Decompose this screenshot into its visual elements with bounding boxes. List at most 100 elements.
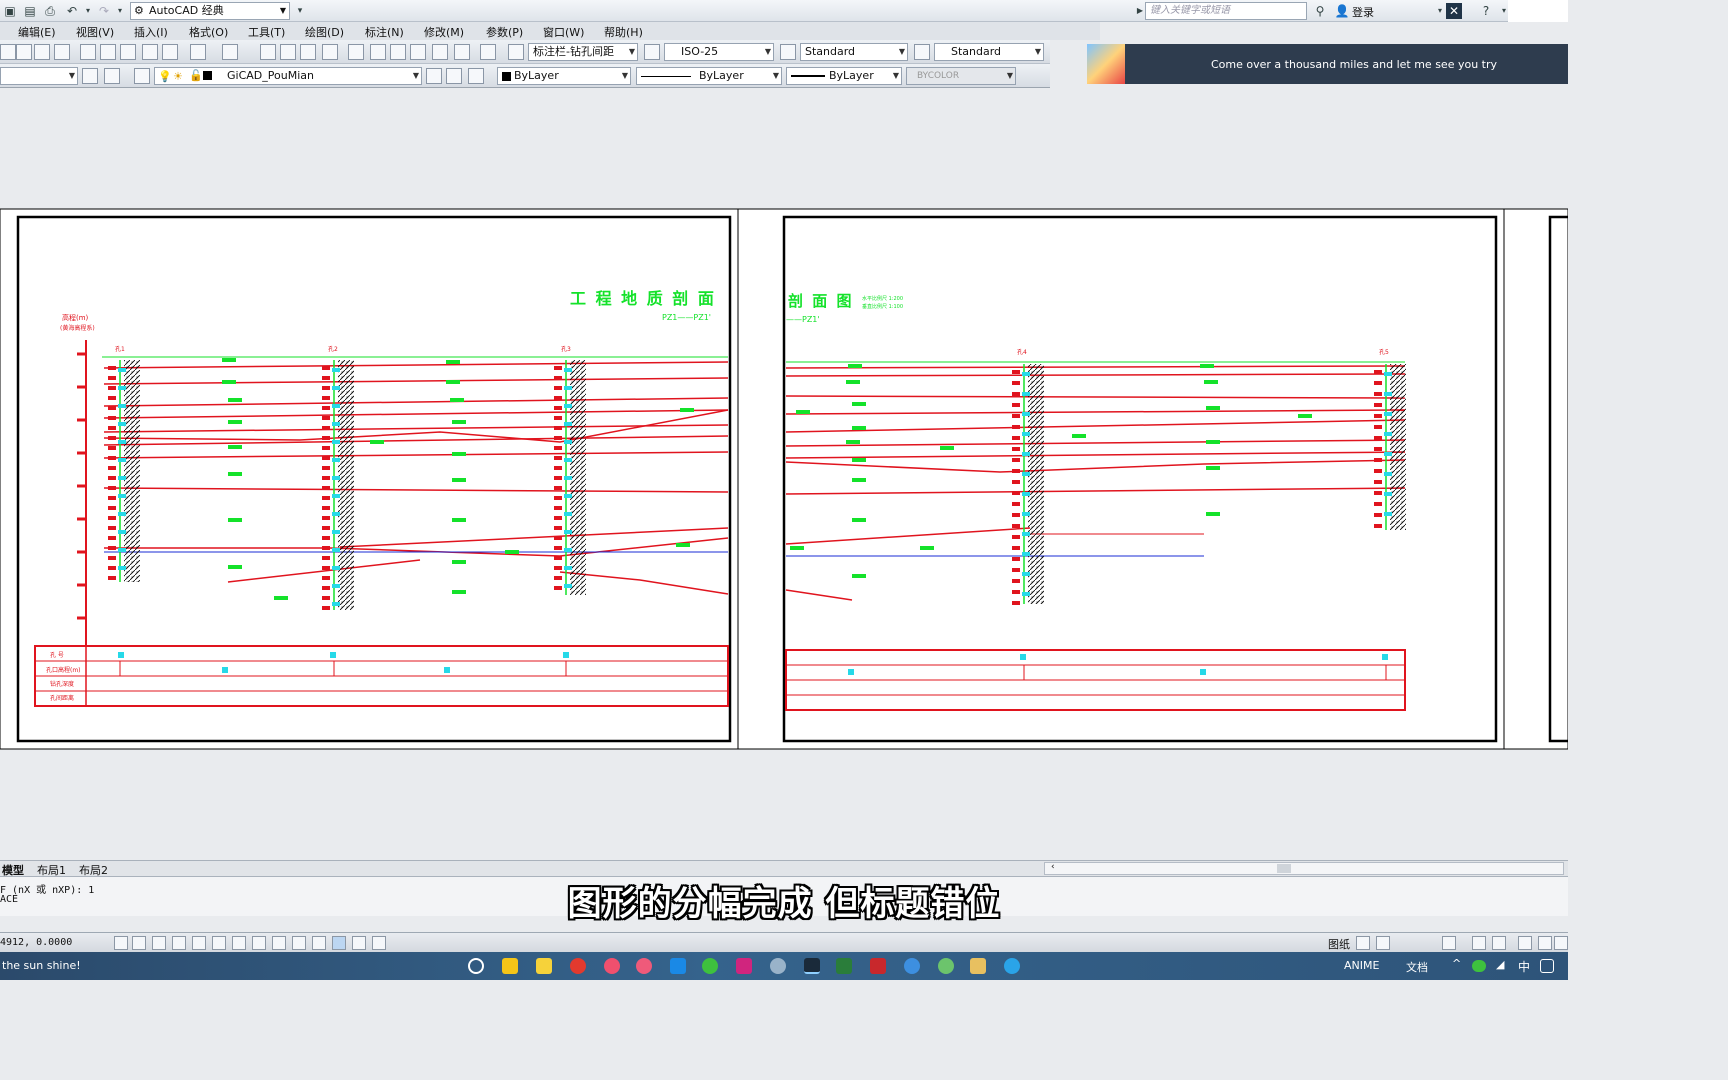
- layer-state-icon[interactable]: [468, 68, 484, 84]
- music-app-icon[interactable]: [604, 958, 620, 974]
- match-properties-icon[interactable]: [142, 44, 158, 60]
- ducs-icon[interactable]: [272, 936, 286, 950]
- menu-help[interactable]: 帮助(H): [604, 24, 643, 40]
- new-icon[interactable]: [0, 44, 16, 60]
- zoom-window-icon[interactable]: [300, 44, 316, 60]
- layer-select[interactable]: 💡 ☀ 🔓 GiCAD_PouMian ▼: [154, 67, 422, 85]
- menu-dimension[interactable]: 标注(N): [365, 24, 404, 40]
- star-blue-icon[interactable]: [670, 958, 686, 974]
- osnap-icon[interactable]: [212, 936, 226, 950]
- menu-insert[interactable]: 插入(I): [134, 24, 168, 40]
- ime-indicator[interactable]: 中: [1518, 958, 1530, 975]
- tool-palettes-icon[interactable]: [390, 44, 406, 60]
- lineweight-toggle-icon[interactable]: [312, 936, 326, 950]
- pointer-app-icon[interactable]: [736, 958, 752, 974]
- chrome-icon[interactable]: [904, 958, 920, 974]
- quick-view-drawings-icon[interactable]: [1376, 936, 1390, 950]
- gear-icon[interactable]: [82, 68, 98, 84]
- text-style-select[interactable]: 标注栏-钻孔间距 ▼: [528, 43, 638, 61]
- dim-style-icon[interactable]: [644, 44, 660, 60]
- menu-view[interactable]: 视图(V): [76, 24, 114, 40]
- paste-icon[interactable]: [120, 44, 136, 60]
- menu-window[interactable]: 窗口(W): [543, 24, 584, 40]
- cut-icon[interactable]: [80, 44, 96, 60]
- doc-toolbar-label[interactable]: 文档: [1406, 959, 1428, 975]
- layer-manager-icon[interactable]: [134, 68, 150, 84]
- user-icon[interactable]: 👤: [1334, 3, 1350, 19]
- menu-draw[interactable]: 绘图(D): [305, 24, 344, 40]
- star-app-icon[interactable]: [502, 958, 518, 974]
- wechat-icon[interactable]: [702, 958, 718, 974]
- autocad-icon[interactable]: [870, 958, 886, 974]
- block-editor-icon[interactable]: [162, 44, 178, 60]
- scrollbar-thumb[interactable]: [1277, 864, 1291, 873]
- excel-icon[interactable]: [836, 958, 852, 974]
- folder-app-icon[interactable]: [536, 958, 552, 974]
- redo-icon[interactable]: ↷: [96, 3, 112, 19]
- exchange-icon[interactable]: ✕: [1446, 3, 1462, 19]
- menu-tools[interactable]: 工具(T): [248, 24, 285, 40]
- grid-icon[interactable]: [152, 936, 166, 950]
- layer-properties-icon[interactable]: [104, 68, 120, 84]
- redo-icon[interactable]: [222, 44, 238, 60]
- menu-modify[interactable]: 修改(M): [424, 24, 464, 40]
- make-current-icon[interactable]: [426, 68, 442, 84]
- dyn-icon[interactable]: [292, 936, 306, 950]
- help-icon[interactable]: [480, 44, 496, 60]
- menu-parametric[interactable]: 参数(P): [486, 24, 523, 40]
- quick-view-layouts-icon[interactable]: [1356, 936, 1370, 950]
- anime-toolbar-label[interactable]: ANIME: [1344, 959, 1379, 972]
- paper-space-label[interactable]: 图纸: [1328, 936, 1350, 952]
- zoom-previous-icon[interactable]: [322, 44, 338, 60]
- annotation-scale-icon[interactable]: [1472, 936, 1486, 950]
- scroll-left-icon[interactable]: ‹: [1051, 862, 1055, 872]
- text-style-icon[interactable]: [508, 44, 524, 60]
- maximize-viewport-icon[interactable]: [1442, 936, 1456, 950]
- undo-dropdown-icon[interactable]: ▾: [80, 3, 96, 19]
- cad-app-icon[interactable]: [804, 958, 820, 974]
- plot-style-select[interactable]: BYCOLOR ▼: [906, 67, 1016, 85]
- sheet-set-icon[interactable]: [410, 44, 426, 60]
- polar-icon[interactable]: [192, 936, 206, 950]
- explorer-icon[interactable]: [970, 958, 986, 974]
- color-select[interactable]: ByLayer ▼: [497, 67, 631, 85]
- workspace-switch-icon[interactable]: [1518, 936, 1532, 950]
- keyboard-icon[interactable]: [1540, 959, 1554, 973]
- layer-previous-icon[interactable]: [446, 68, 462, 84]
- multileader-style-icon[interactable]: [914, 44, 930, 60]
- clean-screen-icon[interactable]: [1554, 936, 1568, 950]
- infer-constraints-icon[interactable]: [114, 936, 128, 950]
- video-app-icon[interactable]: [636, 958, 652, 974]
- panda-app-icon[interactable]: [938, 958, 954, 974]
- ortho-icon[interactable]: [172, 936, 186, 950]
- menu-format[interactable]: 格式(O): [189, 24, 228, 40]
- otrack-icon[interactable]: [252, 936, 266, 950]
- help-icon[interactable]: ?: [1478, 3, 1494, 19]
- browser-icon[interactable]: [770, 958, 786, 974]
- design-center-icon[interactable]: [370, 44, 386, 60]
- multileader-style-select[interactable]: Standard ▼: [934, 43, 1044, 61]
- login-link[interactable]: 登录: [1352, 4, 1374, 20]
- wifi-icon[interactable]: ◢: [1496, 958, 1504, 971]
- selection-cycling-icon[interactable]: [372, 936, 386, 950]
- quick-properties-icon[interactable]: [352, 936, 366, 950]
- markup-icon[interactable]: [432, 44, 448, 60]
- copy-icon[interactable]: [100, 44, 116, 60]
- transparency-icon[interactable]: [332, 936, 346, 950]
- print-icon[interactable]: ⎙: [42, 3, 58, 19]
- table-style-icon[interactable]: [780, 44, 796, 60]
- publish-icon[interactable]: [54, 44, 70, 60]
- horizontal-scrollbar[interactable]: ‹: [1044, 862, 1564, 875]
- toolbar-lock-icon[interactable]: [1538, 936, 1552, 950]
- annotation-visibility-icon[interactable]: [1492, 936, 1506, 950]
- tray-chevron-icon[interactable]: ^: [1452, 957, 1461, 970]
- lineweight-select[interactable]: ByLayer ▼: [786, 67, 902, 85]
- search-input[interactable]: 键入关键字或短语: [1145, 2, 1307, 20]
- undo-icon[interactable]: [190, 44, 206, 60]
- power-icon[interactable]: [468, 958, 484, 974]
- open-icon[interactable]: [16, 44, 32, 60]
- wechat-tray-icon[interactable]: [1472, 960, 1486, 972]
- weibo-icon[interactable]: [570, 958, 586, 974]
- undo-icon[interactable]: ↶: [64, 3, 80, 19]
- calculator-icon[interactable]: [454, 44, 470, 60]
